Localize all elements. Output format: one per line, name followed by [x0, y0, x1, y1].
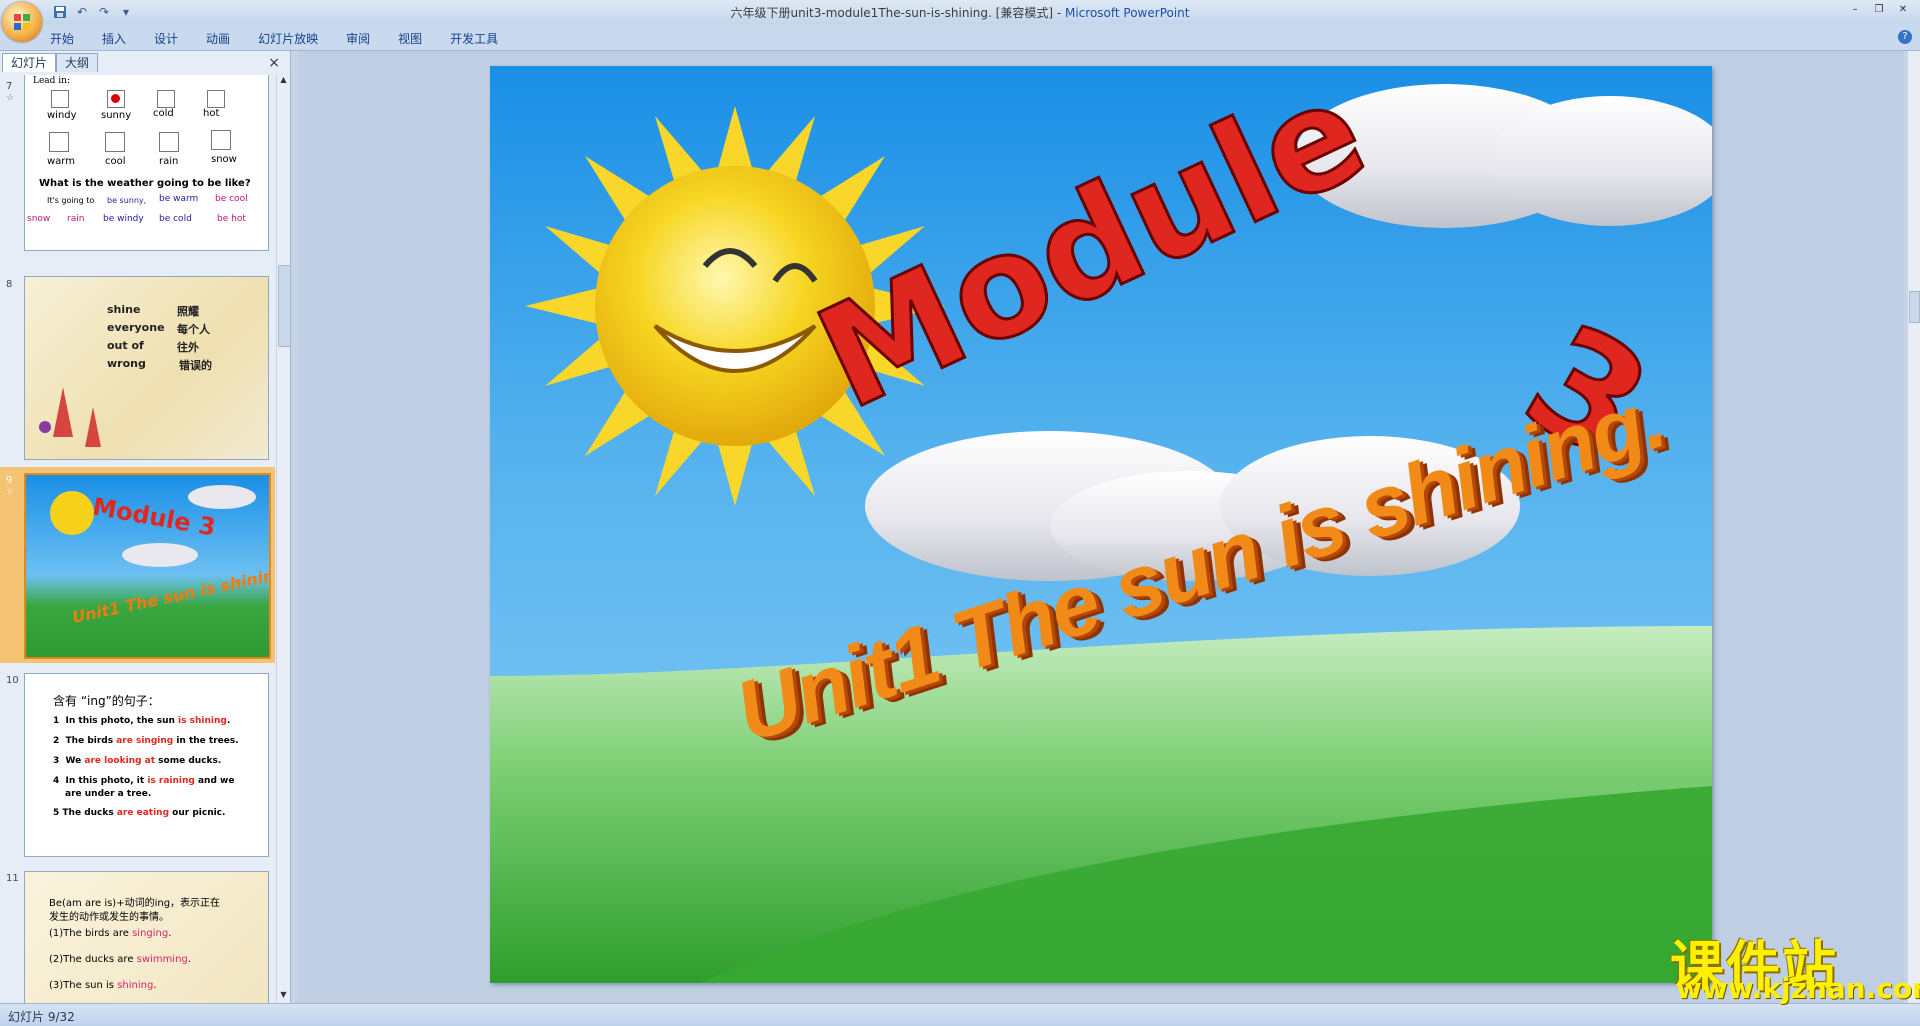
slide-thumbnail[interactable]: Be(am are is)+动词的ing，表示正在 发生的动作或发生的事情。 (… — [24, 871, 269, 1003]
slide-number: 7 — [6, 81, 13, 92]
animation-star-icon: ☆ — [6, 487, 15, 497]
slide-number: 8 — [6, 279, 13, 290]
hot-icon — [207, 90, 225, 108]
close-pane-icon[interactable]: × — [268, 55, 280, 71]
window-controls: – ❐ ✕ — [1844, 2, 1914, 18]
slides-pane: 幻灯片 大纲 × 7 ☆ Lead in: windy sunny cold h… — [0, 51, 291, 1003]
word-cold: cold — [153, 108, 174, 119]
phrase-hot: be hot — [217, 214, 246, 224]
tab-animations[interactable]: 动画 — [206, 28, 230, 49]
office-button[interactable] — [2, 2, 42, 42]
current-slide[interactable]: Module 3 Unit1 The sun is shining. — [490, 66, 1712, 983]
sentence-line: are under a tree. — [65, 789, 152, 799]
vocab-word: out of — [107, 339, 144, 352]
vocab-meaning: 往外 — [177, 341, 199, 354]
slide-thumbnail-row[interactable]: 11 Be(am are is)+动词的ing，表示正在 发生的动作或发生的事情… — [0, 865, 275, 1003]
vocab-meaning: 照耀 — [177, 305, 199, 318]
example-line: (1)The birds are singing. — [49, 928, 172, 939]
example-line: (2)The ducks are swimming. — [49, 954, 191, 965]
tab-home[interactable]: 开始 — [50, 28, 74, 49]
restore-icon[interactable]: ❐ — [1868, 2, 1890, 18]
word-hot: hot — [203, 108, 220, 119]
slide-thumbnail[interactable]: Lead in: windy sunny cold hot warm cool … — [24, 75, 269, 251]
word-cool: cool — [105, 156, 126, 167]
phrase-windy: be windy — [103, 214, 144, 224]
tab-design[interactable]: 设计 — [154, 28, 178, 49]
slide-editor: Module 3 Unit1 The sun is shining. — [298, 51, 1904, 1003]
warm-icon — [49, 132, 69, 152]
window-title: 六年级下册unit3-module1The-sun-is-shining. [兼… — [730, 6, 1190, 20]
word-rain: rain — [159, 156, 179, 167]
slide-thumbnail[interactable]: shine 照耀 everyone 每个人 out of 往外 wrong 错误… — [24, 276, 269, 460]
help-icon[interactable]: ? — [1898, 30, 1912, 44]
example-line: (3)The sun is shining. — [49, 980, 157, 991]
thumb-heading: Be(am are is)+动词的ing，表示正在 — [49, 898, 221, 909]
slide-thumbnail-row-selected[interactable]: 9 ☆ Module 3 Unit1 The sun is shining. — [0, 467, 275, 663]
cold-icon — [157, 90, 175, 108]
tab-slides[interactable]: 幻灯片 — [2, 53, 57, 72]
slide-thumbnail-list: 7 ☆ Lead in: windy sunny cold hot warm c… — [0, 75, 275, 1003]
phrase-rain: rain — [67, 214, 85, 224]
slide-thumbnail-row[interactable]: 8 shine 照耀 everyone 每个人 out of 往外 wrong … — [0, 271, 275, 461]
tab-slideshow[interactable]: 幻灯片放映 — [258, 28, 318, 49]
thumb-heading: 发生的动作或发生的事情。 — [49, 912, 169, 923]
word-sunny: sunny — [101, 110, 132, 121]
vocab-meaning: 每个人 — [177, 323, 210, 336]
scroll-down-icon[interactable]: ▼ — [277, 990, 290, 1003]
slide-thumbnail[interactable]: Module 3 Unit1 The sun is shining. — [24, 473, 271, 659]
title-bar: ↶ ↷ ▾ 六年级下册unit3-module1The-sun-is-shini… — [0, 0, 1920, 24]
vocab-word: shine — [107, 303, 141, 316]
slide-thumbnail-row[interactable]: 7 ☆ Lead in: windy sunny cold hot warm c… — [0, 75, 275, 257]
cool-icon — [105, 132, 125, 152]
scroll-thumb[interactable] — [278, 265, 291, 347]
word-windy: windy — [47, 110, 77, 121]
status-bar: 幻灯片 9/32 — [0, 1003, 1920, 1026]
slide-thumbnail-row[interactable]: 10 含有 “ing”的句子： 1 In this photo, the sun… — [0, 667, 275, 857]
tab-insert[interactable]: 插入 — [102, 28, 126, 49]
scroll-up-icon[interactable]: ▲ — [277, 75, 290, 88]
sentence-line: 5 The ducks are eating our picnic. — [53, 808, 226, 818]
snow-icon — [211, 130, 231, 150]
thumb-heading: 含有 “ing”的句子： — [53, 694, 160, 708]
editor-scrollbar[interactable] — [1908, 51, 1920, 1003]
phrase-cool: be cool — [215, 194, 248, 204]
slide-thumbnail[interactable]: 含有 “ing”的句子： 1 In this photo, the sun is… — [24, 673, 269, 857]
editor-scroll-thumb[interactable] — [1909, 291, 1920, 323]
sentence-line: 3 We are looking at some ducks. — [53, 756, 222, 766]
rain-icon — [159, 132, 179, 152]
vocab-word: everyone — [107, 321, 165, 334]
going-to-text: It's going to — [47, 196, 95, 205]
vocab-meaning: 错误的 — [179, 359, 212, 372]
phrase-warm: be warm — [159, 194, 199, 204]
thumbnail-scrollbar[interactable]: ▲ ▼ — [276, 75, 291, 1003]
ribbon-tab-bar: 开始 插入 设计 动画 幻灯片放映 审阅 视图 开发工具 ? — [0, 24, 1920, 51]
tab-review[interactable]: 审阅 — [346, 28, 370, 49]
tab-outline[interactable]: 大纲 — [56, 53, 99, 72]
slide-number: 9 — [6, 475, 13, 486]
slide-number: 11 — [6, 873, 19, 884]
sentence-line: 2 The birds are singing in the trees. — [53, 736, 239, 746]
phrase-sunny: be sunny, — [107, 196, 147, 205]
close-icon[interactable]: ✕ — [1892, 2, 1914, 18]
lead-in-label: Lead in: — [33, 76, 70, 86]
word-warm: warm — [47, 156, 75, 167]
sunny-icon — [107, 90, 125, 108]
tab-view[interactable]: 视图 — [398, 28, 422, 49]
minimize-icon[interactable]: – — [1844, 2, 1866, 18]
tab-developer[interactable]: 开发工具 — [450, 28, 498, 49]
phrase-cold: be cold — [159, 214, 192, 224]
decoration-trees-icon — [39, 387, 101, 447]
sentence-line: 1 In this photo, the sun is shining. — [53, 716, 231, 726]
slide-number: 10 — [6, 675, 19, 686]
windy-icon — [51, 90, 69, 108]
sentence-line: 4 In this photo, it is raining and we — [53, 776, 235, 786]
animation-star-icon: ☆ — [6, 93, 15, 103]
weather-question: What is the weather going to be like? — [39, 178, 251, 189]
phrase-snow: snow — [27, 214, 51, 224]
vocab-word: wrong — [107, 357, 146, 370]
watermark-url: www.kjzhan.com — [1676, 972, 1920, 1005]
slide-counter: 幻灯片 9/32 — [8, 1010, 75, 1024]
office-logo-icon — [14, 14, 30, 30]
word-snow: snow — [211, 154, 237, 165]
